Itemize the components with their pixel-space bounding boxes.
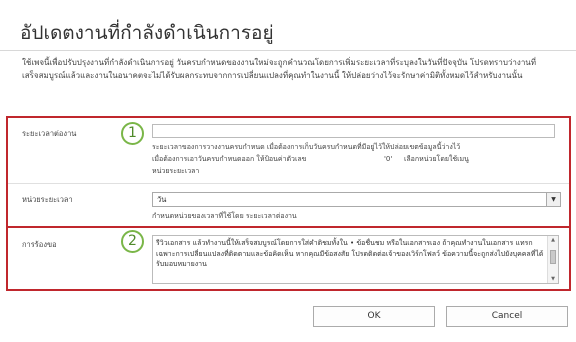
intro-text: ใช้เพจนี้เพื่อปรับปรุงงานที่กำลังดำเนินก… xyxy=(22,58,537,80)
dialog-title: อัปเดตงานที่กำลังดำเนินการอยู่ xyxy=(20,22,274,44)
duration-help-line-2: เมื่อต้องการเอาวันครบกำหนดออก ให้ป้อนค่า… xyxy=(152,154,552,164)
duration-help-line-3: หน่วยระยะเวลา xyxy=(152,167,200,175)
comments-label: การร้องขอ xyxy=(22,240,57,249)
callout-badge-2: 2 xyxy=(121,230,144,253)
duration-unit-help: กำหนดหน่วยของเวลาที่ใช้โดย ระยะเวลาต่องา… xyxy=(152,212,297,220)
duration-input[interactable] xyxy=(152,124,555,138)
scroll-up-icon[interactable]: ▲ xyxy=(548,236,558,244)
duration-unit-selected: วัน xyxy=(157,195,167,204)
update-task-dialog: อัปเดตงานที่กำลังดำเนินการอยู่ ใช้เพจนี้… xyxy=(0,0,576,342)
ok-button[interactable]: OK xyxy=(313,306,435,327)
duration-help-zero: '0' xyxy=(384,155,393,163)
duration-unit-select[interactable]: วัน ▼ xyxy=(152,192,561,207)
callout-badge-1: 1 xyxy=(121,122,144,145)
chevron-down-icon[interactable]: ▼ xyxy=(546,193,560,206)
duration-help-line-1: ระยะเวลาของการวางงานครบกำหนด เมื่อต้องกา… xyxy=(152,143,461,151)
title-divider xyxy=(0,50,576,51)
duration-help-text: เมื่อต้องการเอาวันครบกำหนดออก ให้ป้อนค่า… xyxy=(152,155,307,163)
comments-textarea[interactable]: รีวิวเอกสาร แล้วทำงานนี้ให้เสร็จสมบูรณ์โ… xyxy=(152,235,559,284)
comments-scrollbar[interactable]: ▲ ▼ xyxy=(547,236,558,283)
scroll-down-icon[interactable]: ▼ xyxy=(548,275,558,283)
duration-unit-row: หน่วยระยะเวลา วัน ▼ กำหนดหน่วยของเวลาที่… xyxy=(8,184,569,228)
cancel-button[interactable]: Cancel xyxy=(446,306,568,327)
comments-row: การร้องขอ 2 รีวิวเอกสาร แล้วทำงานนี้ให้เ… xyxy=(8,229,569,289)
scroll-thumb[interactable] xyxy=(550,250,556,264)
duration-row: ระยะเวลาต่องาน 1 ระยะเวลาของการวางงานครบ… xyxy=(8,118,569,184)
duration-label: ระยะเวลาต่องาน xyxy=(22,129,77,138)
comments-text: รีวิวเอกสาร แล้วทำงานนี้ให้เสร็จสมบูรณ์โ… xyxy=(156,239,544,268)
highlighted-fields-panel: ระยะเวลาต่องาน 1 ระยะเวลาของการวางงานครบ… xyxy=(6,116,571,291)
duration-help-tail: เลือกหน่วยโดยใช้เมนู xyxy=(404,155,469,163)
duration-unit-label: หน่วยระยะเวลา xyxy=(22,195,73,204)
